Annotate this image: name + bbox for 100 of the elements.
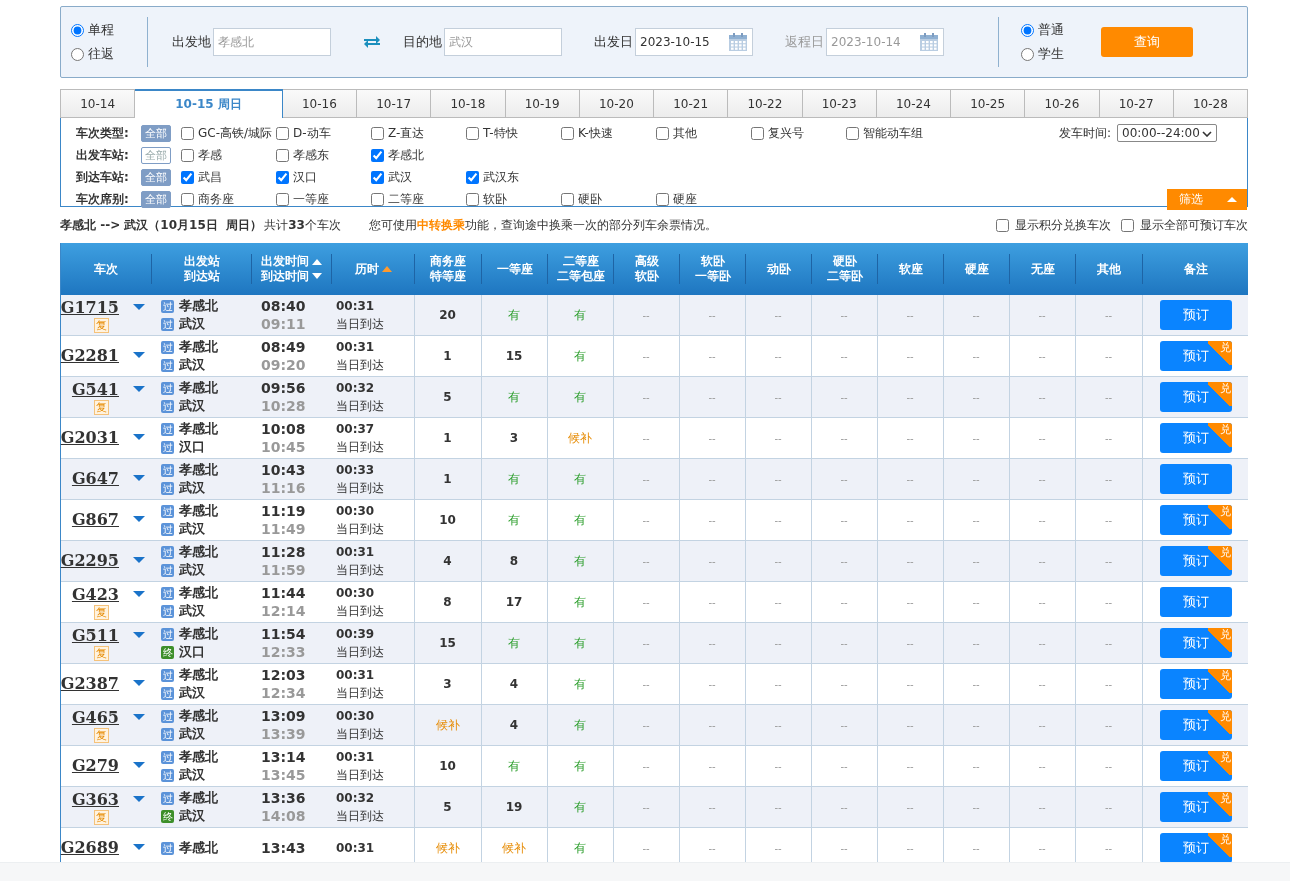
checkbox-label[interactable]: 智能动车组 xyxy=(863,124,923,142)
checkbox[interactable] xyxy=(996,218,1009,232)
checkbox[interactable] xyxy=(181,126,194,140)
book-button[interactable]: 预订 兑 xyxy=(1159,710,1232,740)
radio-label[interactable]: 普通 xyxy=(1038,21,1064,39)
caret-down-icon[interactable] xyxy=(133,631,145,638)
book-button[interactable]: 预订 兑 xyxy=(1159,628,1232,658)
book-button[interactable]: 预订 兑 xyxy=(1159,833,1232,862)
caret-down-icon[interactable] xyxy=(133,713,145,720)
swap-icon[interactable] xyxy=(363,35,381,49)
checkbox[interactable] xyxy=(181,192,194,206)
date-tab[interactable]: 10-16 xyxy=(282,89,357,118)
checkbox-label[interactable]: GC-高铁/城际 xyxy=(198,124,273,142)
checkbox-label[interactable]: 二等座 xyxy=(388,190,424,208)
caret-down-icon[interactable] xyxy=(133,795,145,802)
checkbox[interactable] xyxy=(371,126,384,140)
sort-down-icon[interactable] xyxy=(312,273,322,279)
checkbox-label[interactable]: 武汉 xyxy=(388,168,412,186)
caret-down-icon[interactable] xyxy=(133,303,145,310)
train-number-link[interactable]: G465 xyxy=(71,707,119,728)
train-number-link[interactable]: G2281 xyxy=(60,346,119,366)
radio-label[interactable]: 往返 xyxy=(88,45,114,63)
radio-label[interactable]: 单程 xyxy=(88,21,114,39)
train-number-link[interactable]: G279 xyxy=(71,756,119,776)
train-number-link[interactable]: G511 xyxy=(71,625,119,646)
book-button[interactable]: 预订 xyxy=(1159,300,1232,330)
column-header[interactable]: 历时 xyxy=(354,261,379,277)
radio-button[interactable] xyxy=(71,47,84,61)
date-tab[interactable]: 10-14 xyxy=(60,89,136,118)
checkbox[interactable] xyxy=(751,126,764,140)
checkbox-label[interactable]: 孝感东 xyxy=(293,146,329,164)
date-tab[interactable]: 10-18 xyxy=(431,89,506,118)
checkbox-label[interactable]: 其他 xyxy=(673,124,697,142)
book-button[interactable]: 预订 兑 xyxy=(1159,751,1232,781)
checkbox-label[interactable]: 孝感北 xyxy=(388,146,424,164)
train-number-link[interactable]: G2387 xyxy=(60,674,119,694)
date-tab[interactable]: 10-19 xyxy=(505,89,580,118)
checkbox-label[interactable]: 武汉东 xyxy=(483,168,519,186)
checkbox[interactable] xyxy=(656,192,669,206)
checkbox-label[interactable]: 汉口 xyxy=(293,168,317,186)
checkbox[interactable] xyxy=(466,170,479,184)
caret-down-icon[interactable] xyxy=(133,434,145,440)
book-button[interactable]: 预订 兑 xyxy=(1159,423,1232,453)
checkbox[interactable] xyxy=(371,170,384,184)
train-number-link[interactable]: G541 xyxy=(71,379,119,400)
checkbox[interactable] xyxy=(656,126,669,140)
radio-button[interactable] xyxy=(1021,47,1034,61)
checkbox-label[interactable]: T-特快 xyxy=(483,124,518,142)
calendar-icon[interactable] xyxy=(919,32,939,52)
checkbox-label[interactable]: 显示积分兑换车次 xyxy=(1015,216,1111,234)
date-tab[interactable]: 10-24 xyxy=(876,89,951,118)
checkbox[interactable] xyxy=(466,192,479,206)
book-button[interactable]: 预订 兑 xyxy=(1159,669,1232,699)
train-number-link[interactable]: G2689 xyxy=(60,838,119,858)
radio-button[interactable] xyxy=(1021,23,1034,37)
checkbox-label[interactable]: 武昌 xyxy=(198,168,222,186)
checkbox[interactable] xyxy=(466,126,479,140)
date-tab[interactable]: 10-15 周日 xyxy=(135,89,283,118)
date-tab[interactable]: 10-20 xyxy=(579,89,654,118)
checkbox-label[interactable]: 显示全部可预订车次 xyxy=(1140,216,1248,234)
checkbox[interactable] xyxy=(1121,218,1134,232)
date-field[interactable]: 2023-10-15 xyxy=(635,28,753,56)
book-button[interactable]: 预订 xyxy=(1159,587,1232,617)
time-select[interactable]: 00:00--24:00 xyxy=(1117,124,1217,142)
checkbox[interactable] xyxy=(181,170,194,184)
checkbox[interactable] xyxy=(846,126,859,140)
book-button[interactable]: 预订 兑 xyxy=(1159,546,1232,576)
caret-down-icon[interactable] xyxy=(133,762,145,768)
checkbox-label[interactable]: Z-直达 xyxy=(388,124,425,142)
checkbox[interactable] xyxy=(371,192,384,206)
caret-down-icon[interactable] xyxy=(133,385,145,392)
checkbox-label[interactable]: K-快速 xyxy=(578,124,613,142)
checkbox-label[interactable]: 孝感 xyxy=(198,146,222,164)
date-tab[interactable]: 10-25 xyxy=(951,89,1026,118)
checkbox[interactable] xyxy=(276,170,289,184)
train-number-link[interactable]: G423 xyxy=(71,584,119,605)
date-tab[interactable]: 10-17 xyxy=(357,89,432,118)
caret-down-icon[interactable] xyxy=(133,680,145,686)
caret-down-icon[interactable] xyxy=(133,352,145,358)
book-button[interactable]: 预订 xyxy=(1159,464,1232,494)
date-tab[interactable]: 10-28 xyxy=(1173,89,1248,118)
checkbox-label[interactable]: 硬座 xyxy=(673,190,697,208)
radio-button[interactable] xyxy=(71,23,84,37)
train-number-link[interactable]: G867 xyxy=(71,510,119,530)
checkbox[interactable] xyxy=(276,148,289,162)
checkbox-label[interactable]: 硬卧 xyxy=(578,190,602,208)
date-tab[interactable]: 10-26 xyxy=(1025,89,1100,118)
train-number-link[interactable]: G363 xyxy=(71,789,119,810)
checkbox[interactable] xyxy=(181,148,194,162)
caret-down-icon[interactable] xyxy=(133,844,145,850)
caret-down-icon[interactable] xyxy=(133,590,145,597)
book-button[interactable]: 预订 兑 xyxy=(1159,505,1232,535)
caret-down-icon[interactable] xyxy=(133,475,145,481)
checkbox[interactable] xyxy=(276,126,289,140)
checkbox[interactable] xyxy=(276,192,289,206)
book-button[interactable]: 预订 兑 xyxy=(1159,792,1232,822)
checkbox[interactable] xyxy=(561,126,574,140)
calendar-icon[interactable] xyxy=(728,32,748,52)
train-number-link[interactable]: G1715 xyxy=(60,297,119,318)
checkbox-label[interactable]: 复兴号 xyxy=(768,124,804,142)
